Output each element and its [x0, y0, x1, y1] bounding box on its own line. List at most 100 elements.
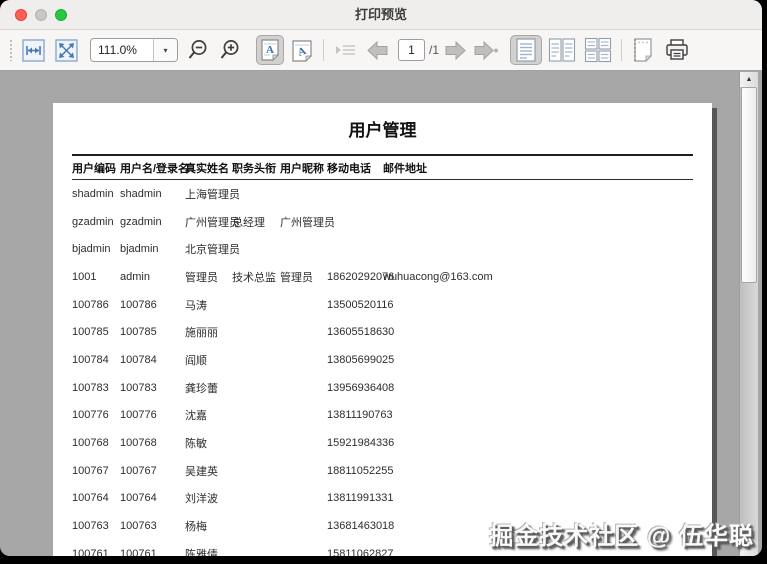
table-cell: 管理员 — [280, 269, 327, 285]
zoom-out-button[interactable] — [184, 35, 212, 65]
table-cell: 沈嘉 — [185, 407, 232, 423]
document-title: 用户管理 — [53, 116, 712, 141]
table-cell: 100784 — [72, 354, 120, 366]
table-cell: 100785 — [72, 326, 120, 338]
landscape-orientation-button[interactable]: A — [288, 35, 316, 65]
play-list-icon — [333, 40, 357, 60]
single-page-view-button[interactable] — [510, 35, 542, 65]
table-cell: 100783 — [120, 382, 185, 394]
scroll-up-icon: ▲ — [746, 76, 753, 83]
table-cell: 100786 — [120, 299, 185, 311]
table-cell: 100764 — [120, 492, 185, 504]
table-cell: 北京管理员 — [185, 241, 232, 257]
right-arrow-dot-icon — [472, 40, 499, 61]
zoom-dropdown-button[interactable]: ▾ — [153, 39, 177, 61]
table-row: 100783100783龚珍蕾13956936408 — [72, 374, 693, 402]
table-cell: 100783 — [72, 382, 120, 394]
scroll-up-button[interactable]: ▲ — [740, 72, 758, 87]
zoom-combobox: ▾ — [90, 38, 178, 62]
multi-page-view-button[interactable] — [582, 35, 614, 65]
zoom-in-button[interactable] — [216, 35, 244, 65]
toolbar-separator — [323, 39, 324, 61]
table-cell: 15921984336 — [327, 437, 383, 449]
last-page-button[interactable] — [471, 35, 500, 65]
table-cell: 上海管理员 — [185, 186, 232, 202]
table-cell: 吴建英 — [185, 463, 232, 479]
table-header-cell: 职务头衔 — [232, 160, 280, 176]
close-button[interactable] — [15, 9, 27, 21]
table-cell: gzadmin — [72, 216, 120, 228]
printer-icon — [664, 37, 690, 63]
watermark-text: 掘金技术社区 @ 伍华聪 — [489, 516, 754, 551]
table-cell: 100763 — [120, 520, 185, 532]
table-row: shadminshadmin上海管理员 — [72, 180, 693, 208]
table-cell: bjadmin — [120, 243, 185, 255]
table-row: gzadmingzadmin广州管理员总经理广州管理员 — [72, 208, 693, 236]
table-cell: 13605518630 — [327, 326, 383, 338]
single-page-icon — [515, 37, 537, 63]
document-page: 用户管理 用户编码用户名/登录名真实姓名职务头衔用户昵称移动电话邮件地址 sha… — [53, 103, 712, 556]
maximize-button[interactable] — [55, 9, 67, 21]
right-arrow-icon — [443, 40, 468, 61]
table-header-cell: 用户名/登录名 — [120, 160, 185, 176]
page-number-input[interactable] — [398, 39, 425, 61]
table-cell: 100767 — [120, 465, 185, 477]
table-cell: 100776 — [120, 409, 185, 421]
page-setup-icon — [631, 37, 655, 63]
table-header-cell: 用户编码 — [72, 160, 120, 176]
table-row: 100784100784阎顺13805699025 — [72, 346, 693, 374]
continuous-view-button[interactable] — [331, 35, 359, 65]
table-cell: 龚珍蕾 — [185, 380, 232, 396]
table-cell: gzadmin — [120, 216, 185, 228]
table-header-cell: 移动电话 — [327, 160, 383, 176]
fit-width-button[interactable] — [19, 35, 47, 65]
table-cell: 100761 — [72, 548, 120, 556]
zoom-input[interactable] — [91, 39, 153, 61]
table-cell: 广州管理员 — [185, 214, 232, 230]
minimize-button[interactable] — [35, 9, 47, 21]
table-cell: 13956936408 — [327, 382, 383, 394]
landscape-page-icon: A — [291, 38, 313, 62]
table-row: 100764100764刘洋波13811991331 — [72, 485, 693, 513]
table-cell: 100776 — [72, 409, 120, 421]
fit-page-button[interactable] — [52, 35, 80, 65]
two-page-view-button[interactable] — [546, 35, 578, 65]
table-cell: 杨梅 — [185, 518, 232, 534]
table-cell: 18811052255 — [327, 465, 383, 477]
preview-area: 用户管理 用户编码用户名/登录名真实姓名职务头衔用户昵称移动电话邮件地址 sha… — [0, 72, 762, 556]
portrait-orientation-button[interactable]: A — [256, 35, 284, 65]
table-row: 100767100767吴建英18811052255 — [72, 457, 693, 485]
table-cell: 陈敏 — [185, 435, 232, 451]
toolbar-drag-handle[interactable] — [9, 39, 14, 61]
table-cell: 100761 — [120, 548, 185, 556]
page-setup-button[interactable] — [629, 35, 657, 65]
table-cell: 13681463018 — [327, 520, 383, 532]
table-cell: 施丽丽 — [185, 324, 232, 340]
fit-page-icon — [55, 39, 78, 62]
table-cell: shadmin — [120, 188, 185, 200]
table-body: shadminshadmin上海管理员gzadmingzadmin广州管理员总经… — [72, 180, 693, 556]
left-arrow-icon — [365, 40, 390, 61]
table-cell: 13805699025 — [327, 354, 383, 366]
titlebar: 打印预览 — [0, 0, 762, 30]
vertical-scrollbar[interactable]: ▲ ▼ — [739, 72, 758, 556]
table-cell: 100784 — [120, 354, 185, 366]
table-cell: 100764 — [72, 492, 120, 504]
table-cell: 刘洋波 — [185, 490, 232, 506]
toolbar: ▾ — [0, 30, 762, 71]
table-cell: 阎顺 — [185, 352, 232, 368]
table-cell: 100768 — [72, 437, 120, 449]
table-cell: 广州管理员 — [280, 214, 327, 230]
table-cell: 100785 — [120, 326, 185, 338]
previous-page-button[interactable] — [363, 35, 391, 65]
next-page-button[interactable] — [441, 35, 469, 65]
table-cell: 马涛 — [185, 297, 232, 313]
table-cell: bjadmin — [72, 243, 120, 255]
four-pages-icon — [584, 37, 612, 63]
table-cell: 管理员 — [185, 269, 232, 285]
table-header-cell: 真实姓名 — [185, 160, 232, 176]
table-cell: shadmin — [72, 188, 120, 200]
portrait-page-icon: A — [260, 38, 280, 62]
print-button[interactable] — [663, 35, 691, 65]
scrollbar-thumb[interactable] — [741, 87, 757, 283]
